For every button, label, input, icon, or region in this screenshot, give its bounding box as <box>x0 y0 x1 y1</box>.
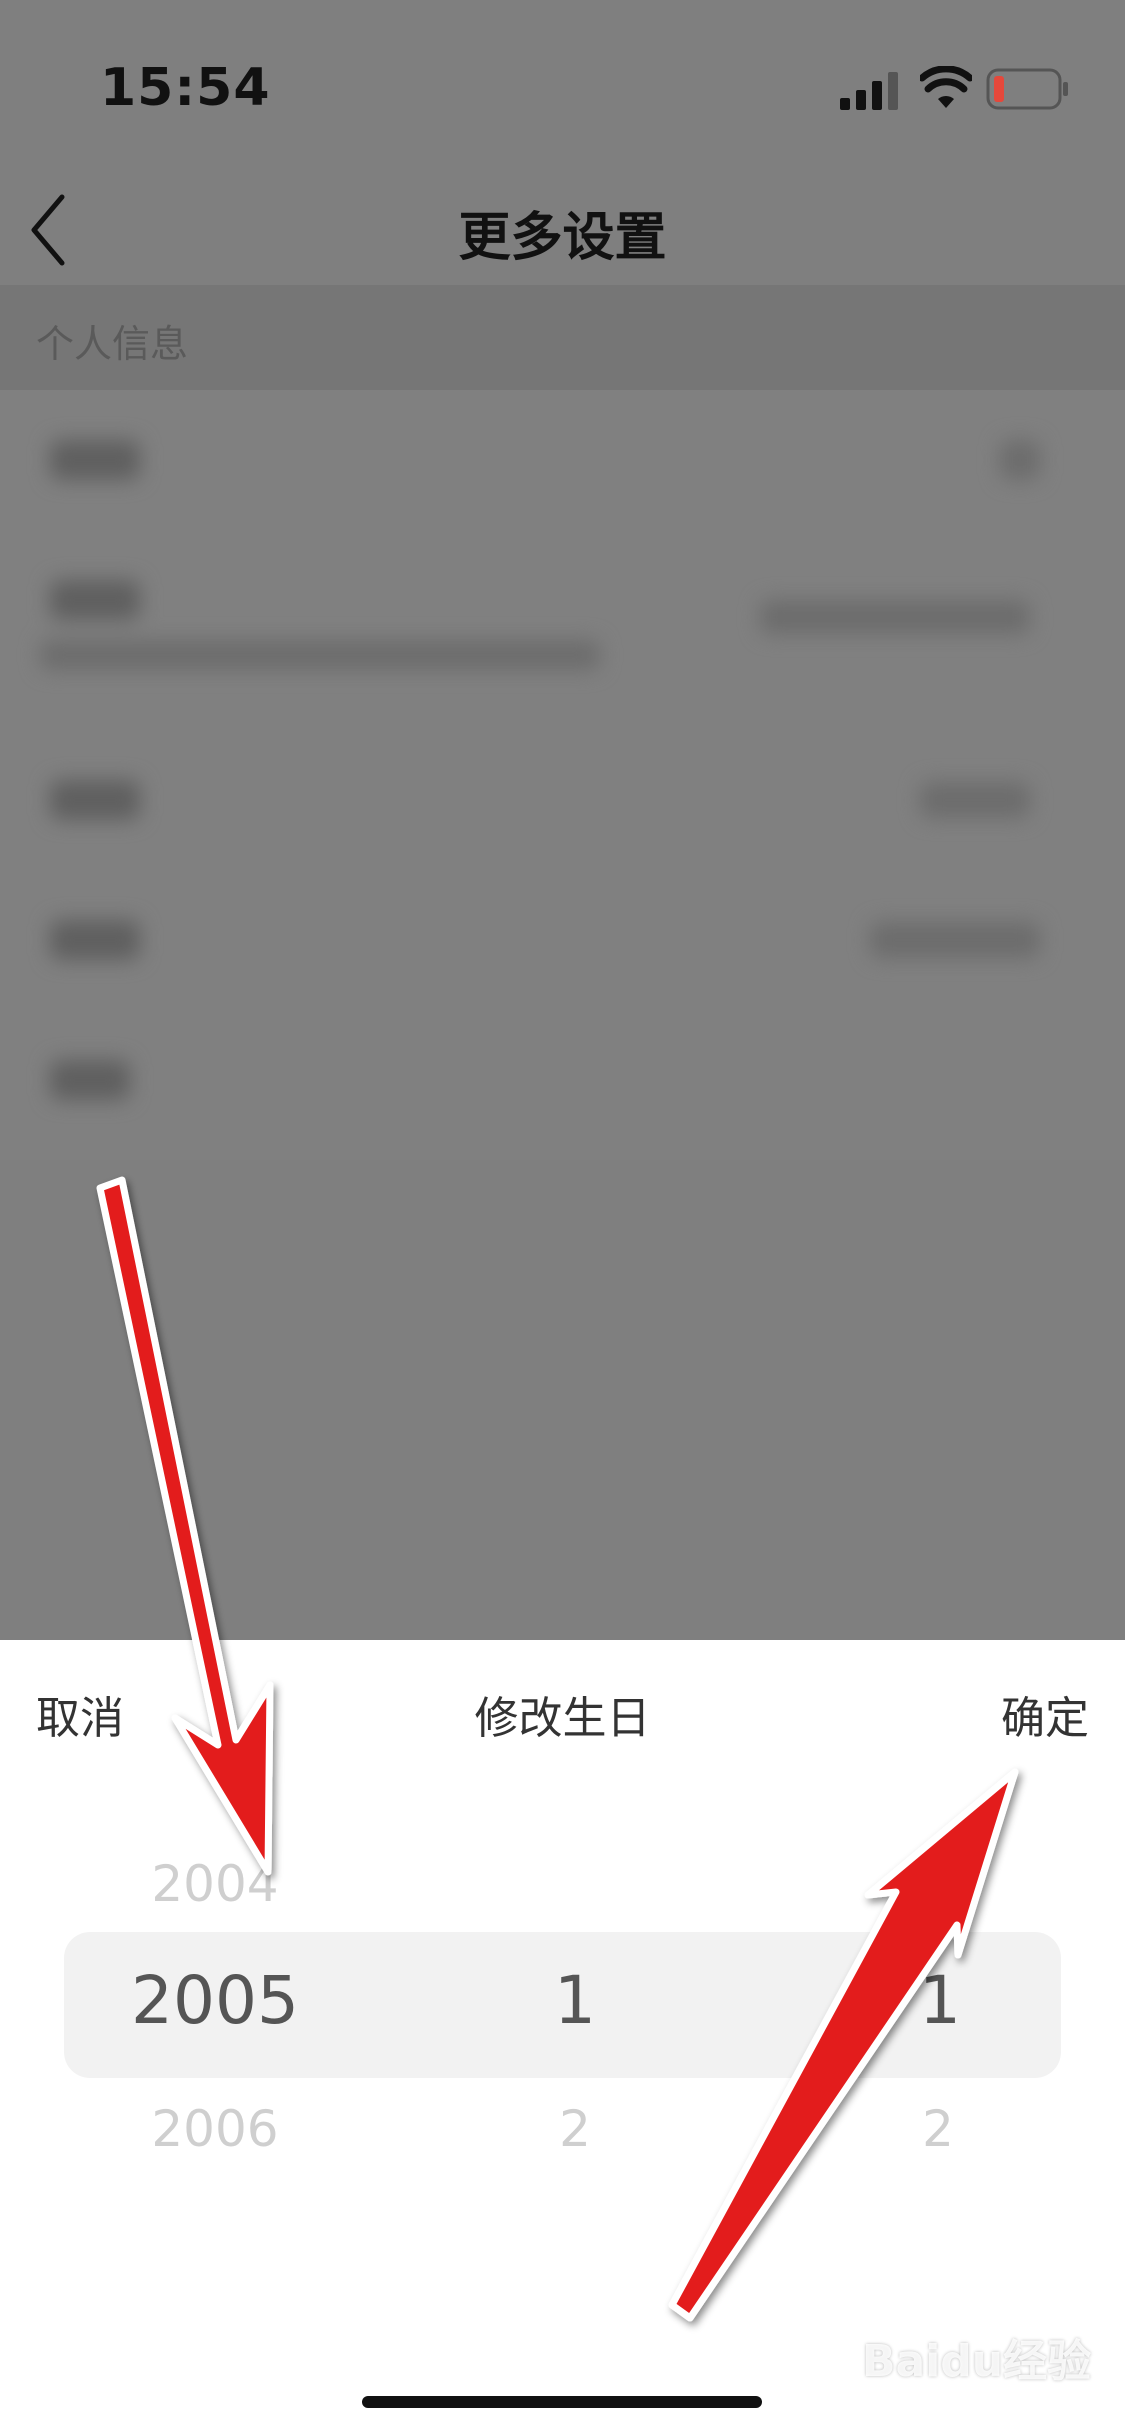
status-bar: 15:54 <box>0 0 1125 175</box>
day-option-selected[interactable]: 1 <box>875 1962 1005 2039</box>
section-header: 个人信息 <box>0 285 1125 390</box>
confirm-button[interactable]: 确定 <box>1001 1682 1089 1746</box>
home-indicator <box>362 2396 762 2408</box>
blurred-settings-list <box>0 390 1125 1160</box>
year-option-selected[interactable]: 2005 <box>100 1962 330 2039</box>
blurred-row <box>0 570 1125 680</box>
year-option-prev[interactable]: 2004 <box>110 1855 320 1913</box>
blurred-row <box>0 770 1125 830</box>
status-time: 15:54 <box>100 58 271 118</box>
watermark-text: Baidu经验 <box>862 2336 1092 2387</box>
wifi-icon <box>920 66 972 108</box>
birthday-picker-sheet: 修改生日 取消 确定 2004 2005 2006 1 2 1 2 <box>0 1640 1125 2436</box>
day-option-next[interactable]: 2 <box>878 2100 998 2158</box>
nav-bar: 更多设置 <box>0 175 1125 285</box>
section-title: 个人信息 <box>36 322 189 366</box>
page-title: 更多设置 <box>458 208 667 268</box>
cancel-button[interactable]: 取消 <box>36 1682 124 1746</box>
cellular-signal-icon <box>840 72 898 110</box>
battery-low-icon <box>986 68 1068 110</box>
dimmed-background[interactable]: 15:54 更多设置 个人信息 <box>0 0 1125 1640</box>
sheet-title: 修改生日 <box>474 1693 651 1744</box>
blurred-row <box>0 910 1125 970</box>
month-option-selected[interactable]: 1 <box>510 1962 640 2039</box>
blurred-row <box>0 1050 1125 1110</box>
blurred-row <box>0 430 1125 490</box>
year-option-next[interactable]: 2006 <box>110 2100 320 2158</box>
month-option-next[interactable]: 2 <box>515 2100 635 2158</box>
